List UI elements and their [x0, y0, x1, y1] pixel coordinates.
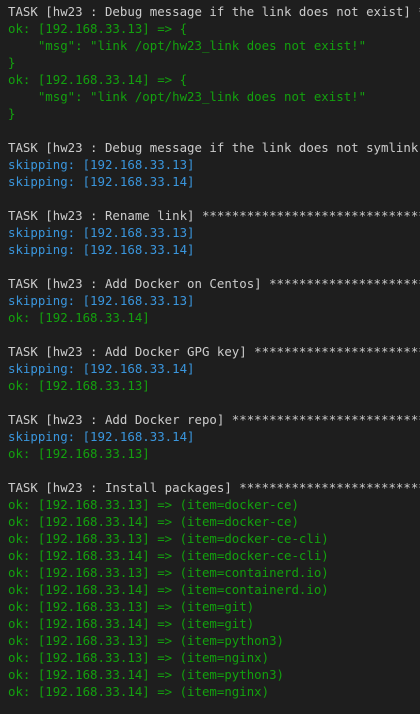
task-line-install-packages: TASK [hw23 : Install packages] *********… [8, 480, 420, 495]
task-line-rename-link: TASK [hw23 : Rename link] **************… [8, 208, 420, 223]
ok-line: ok: [192.168.33.13] => { [8, 21, 188, 36]
msg-line: "msg": "link /opt/hw23_link does not exi… [8, 38, 367, 53]
ok-item-line: ok: [192.168.33.13] => (item=docker-ce) [8, 497, 299, 512]
ok-line: ok: [192.168.33.14] => { [8, 72, 188, 87]
ok-line: ok: [192.168.33.14] [8, 310, 150, 325]
ok-item-line: ok: [192.168.33.14] => (item=python3) [8, 667, 285, 682]
skipping-line: skipping: [192.168.33.13] [8, 225, 195, 240]
skipping-line: skipping: [192.168.33.14] [8, 174, 195, 189]
ok-item-line: ok: [192.168.33.13] => (item=docker-ce-c… [8, 531, 329, 546]
skipping-line: skipping: [192.168.33.14] [8, 242, 195, 257]
task-line-add-docker-centos: TASK [hw23 : Add Docker on Centos] *****… [8, 276, 420, 291]
skipping-line: skipping: [192.168.33.14] [8, 429, 195, 444]
ok-item-line: ok: [192.168.33.14] => (item=docker-ce) [8, 514, 299, 529]
ok-item-line: ok: [192.168.33.13] => (item=git) [8, 599, 255, 614]
ok-item-line: ok: [192.168.33.14] => (item=docker-ce-c… [8, 548, 329, 563]
ok-item-line: ok: [192.168.33.14] => (item=git) [8, 616, 255, 631]
ok-item-line: ok: [192.168.33.14] => (item=nginx) [8, 684, 270, 699]
brace-line: } [8, 55, 16, 70]
task-line-add-docker-repo: TASK [hw23 : Add Docker repo] **********… [8, 412, 420, 427]
msg-line: "msg": "link /opt/hw23_link does not exi… [8, 89, 367, 104]
ok-item-line: ok: [192.168.33.13] => (item=containerd.… [8, 565, 329, 580]
ok-line: ok: [192.168.33.13] [8, 378, 150, 393]
terminal-output: TASK [hw23 : Debug message if the link d… [0, 0, 420, 714]
task-line-add-docker-gpg: TASK [hw23 : Add Docker GPG key] *******… [8, 344, 420, 359]
task-line-debug-symlink: TASK [hw23 : Debug message if the link d… [8, 140, 420, 155]
task-line-debug-link-exist: TASK [hw23 : Debug message if the link d… [8, 4, 420, 19]
ok-item-line: ok: [192.168.33.14] => (item=containerd.… [8, 582, 329, 597]
skipping-line: skipping: [192.168.33.13] [8, 293, 195, 308]
skipping-line: skipping: [192.168.33.14] [8, 361, 195, 376]
ok-line: ok: [192.168.33.13] [8, 446, 150, 461]
ok-item-line: ok: [192.168.33.13] => (item=python3) [8, 633, 285, 648]
skipping-line: skipping: [192.168.33.13] [8, 157, 195, 172]
ok-item-line: ok: [192.168.33.13] => (item=nginx) [8, 650, 270, 665]
brace-line: } [8, 106, 16, 121]
